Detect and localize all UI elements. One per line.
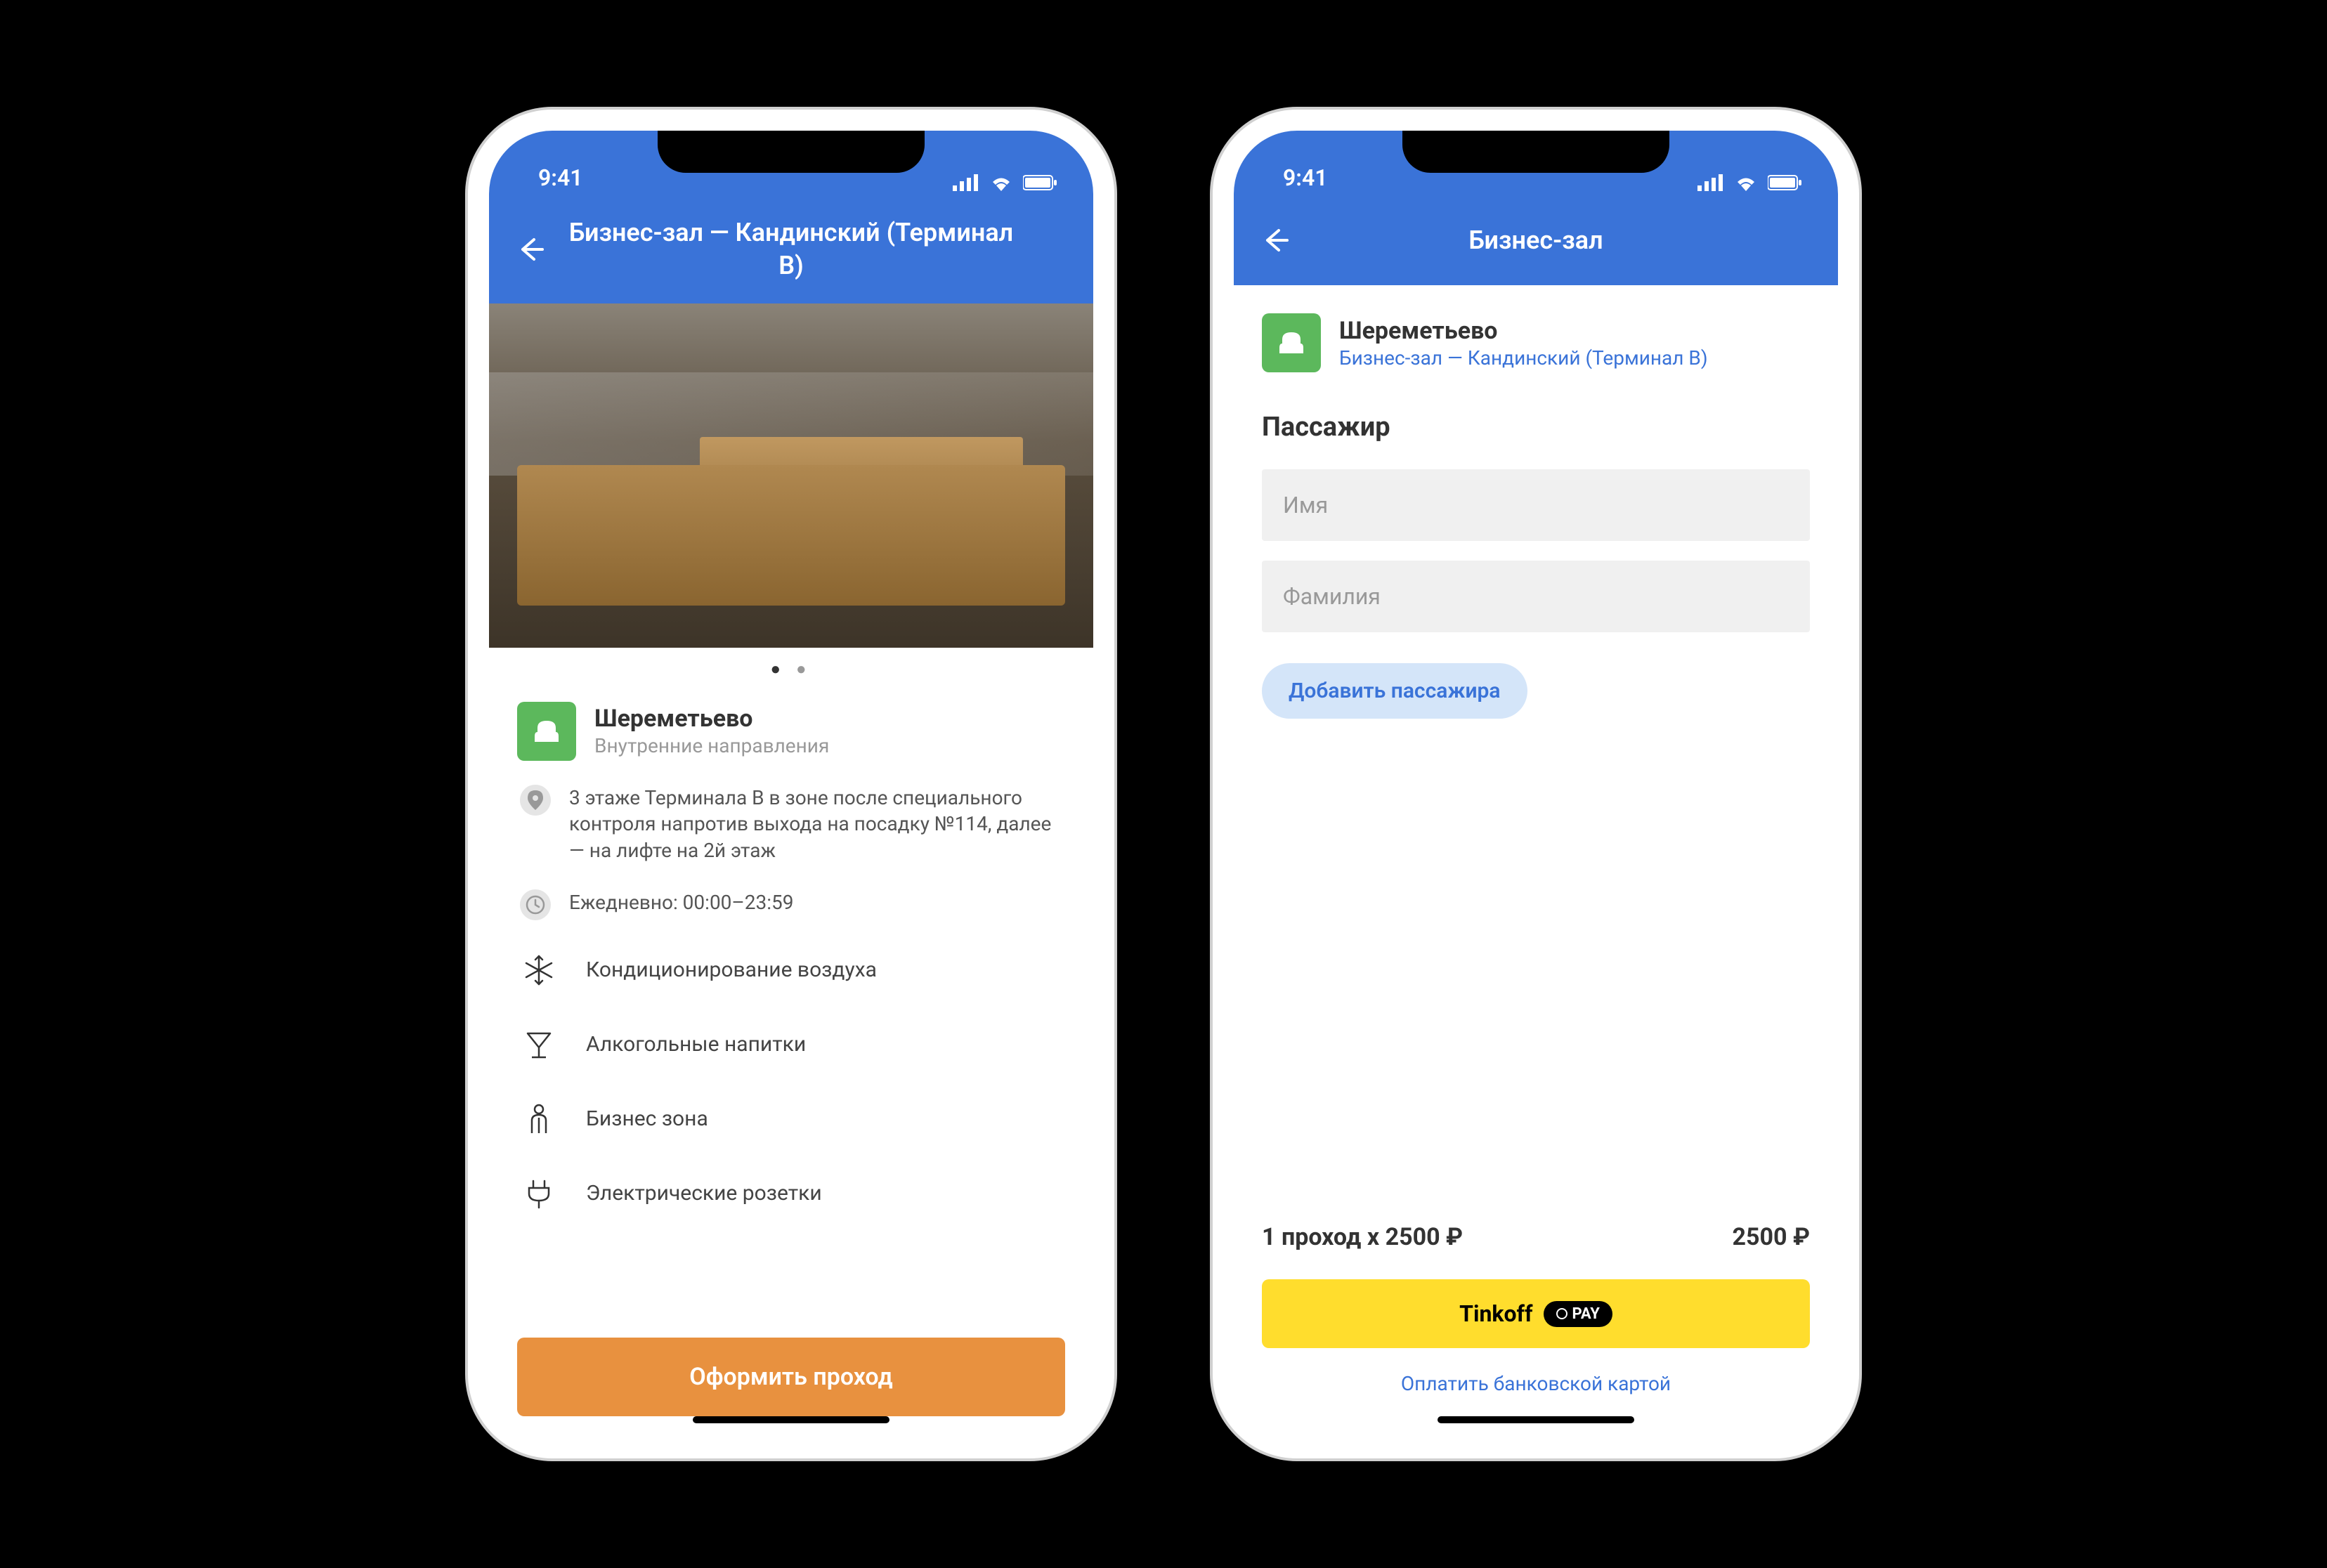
photo-pager[interactable]: ● ● bbox=[489, 648, 1093, 691]
price-row: 1 проход x 2500 ₽ 2500 ₽ bbox=[1234, 1209, 1838, 1272]
lounge-info-text: Шереметьево Внутренние направления bbox=[594, 705, 829, 757]
location-row: 3 этаже Терминала В в зоне после специал… bbox=[489, 772, 1093, 877]
clock-icon bbox=[520, 889, 551, 920]
back-button[interactable] bbox=[517, 235, 545, 263]
amenity-power: Электрические розетки bbox=[489, 1156, 1093, 1231]
signal-icon bbox=[1697, 174, 1724, 191]
add-passenger-button[interactable]: Добавить пассажира bbox=[1262, 663, 1527, 719]
wifi-icon bbox=[989, 174, 1013, 191]
back-arrow-icon bbox=[517, 235, 545, 263]
lounge-icon bbox=[517, 702, 576, 761]
armchair-icon bbox=[530, 715, 563, 747]
battery-icon bbox=[1768, 174, 1803, 191]
content-area: ● ● Шереметьево Внутренние направления 3… bbox=[489, 303, 1093, 1437]
power-outlet-icon bbox=[520, 1175, 558, 1213]
tinkoff-pay-button[interactable]: Tinkoff PAY bbox=[1262, 1279, 1810, 1348]
lounge-icon bbox=[1262, 313, 1321, 372]
battery-icon bbox=[1023, 174, 1058, 191]
tinkoff-label: Tinkoff bbox=[1459, 1300, 1532, 1327]
home-indicator[interactable] bbox=[693, 1416, 889, 1423]
amenity-label: Бизнес зона bbox=[586, 1106, 708, 1131]
hours-text: Ежедневно: 00:00–23:59 bbox=[569, 889, 794, 916]
status-icons bbox=[953, 174, 1058, 191]
amenity-business: Бизнес зона bbox=[489, 1082, 1093, 1156]
airport-name: Шереметьево bbox=[594, 705, 829, 733]
first-name-input[interactable]: Имя bbox=[1262, 469, 1810, 541]
book-pass-button[interactable]: Оформить проход bbox=[517, 1338, 1065, 1416]
phone-notch bbox=[658, 131, 925, 173]
passenger-section-title: Пассажир bbox=[1234, 384, 1838, 459]
lounge-photo[interactable] bbox=[489, 303, 1093, 648]
pay-by-card-link[interactable]: Оплатить банковской картой bbox=[1234, 1355, 1838, 1437]
back-button[interactable] bbox=[1262, 226, 1290, 254]
amenity-label: Электрические розетки bbox=[586, 1181, 822, 1206]
location-pin-icon bbox=[520, 785, 551, 816]
lounge-summary: Шереметьево Бизнес-зал — Кандинский (Тер… bbox=[1234, 285, 1838, 384]
header-title: Бизнес-зал bbox=[1262, 224, 1810, 257]
price-total: 2500 ₽ bbox=[1733, 1223, 1810, 1251]
lounge-name-link[interactable]: Бизнес-зал — Кандинский (Терминал B) bbox=[1339, 346, 1708, 370]
signal-icon bbox=[953, 174, 979, 191]
price-line: 1 проход x 2500 ₽ bbox=[1262, 1223, 1463, 1251]
phone-checkout: 9:41 Бизнес-зал Шереметьево Бизнес-зал —… bbox=[1213, 110, 1859, 1458]
pay-logo-icon bbox=[1556, 1308, 1567, 1319]
wifi-icon bbox=[1734, 174, 1758, 191]
armchair-icon bbox=[1275, 327, 1308, 359]
cocktail-icon bbox=[520, 1026, 558, 1064]
app-header: Бизнес-зал bbox=[1234, 201, 1838, 285]
pay-pill: PAY bbox=[1544, 1301, 1612, 1327]
back-arrow-icon bbox=[1262, 226, 1290, 254]
hours-row: Ежедневно: 00:00–23:59 bbox=[489, 877, 1093, 933]
airport-name: Шереметьево bbox=[1339, 317, 1708, 345]
app-header: Бизнес-зал — Кандинский (Терминал B) bbox=[489, 201, 1093, 303]
amenity-label: Кондиционирование воздуха bbox=[586, 958, 877, 982]
amenity-label: Алкогольные напитки bbox=[586, 1032, 806, 1057]
lounge-info: Шереметьево Внутренние направления bbox=[489, 691, 1093, 772]
status-icons bbox=[1697, 174, 1803, 191]
direction-label: Внутренние направления bbox=[594, 734, 829, 757]
content-area: Шереметьево Бизнес-зал — Кандинский (Тер… bbox=[1234, 285, 1838, 1437]
last-name-input[interactable]: Фамилия bbox=[1262, 561, 1810, 632]
person-icon bbox=[520, 1100, 558, 1138]
snowflake-icon bbox=[520, 951, 558, 989]
status-time: 9:41 bbox=[538, 164, 583, 191]
lounge-summary-text: Шереметьево Бизнес-зал — Кандинский (Тер… bbox=[1339, 317, 1708, 370]
status-time: 9:41 bbox=[1283, 164, 1328, 191]
location-text: 3 этаже Терминала В в зоне после специал… bbox=[569, 785, 1062, 864]
amenity-alcohol: Алкогольные напитки bbox=[489, 1007, 1093, 1082]
header-title: Бизнес-зал — Кандинский (Терминал B) bbox=[517, 216, 1065, 282]
phone-lounge-details: 9:41 Бизнес-зал — Кандинский (Терминал B… bbox=[468, 110, 1114, 1458]
phone-notch bbox=[1402, 131, 1669, 173]
home-indicator[interactable] bbox=[1438, 1416, 1634, 1423]
amenity-ac: Кондиционирование воздуха bbox=[489, 933, 1093, 1007]
